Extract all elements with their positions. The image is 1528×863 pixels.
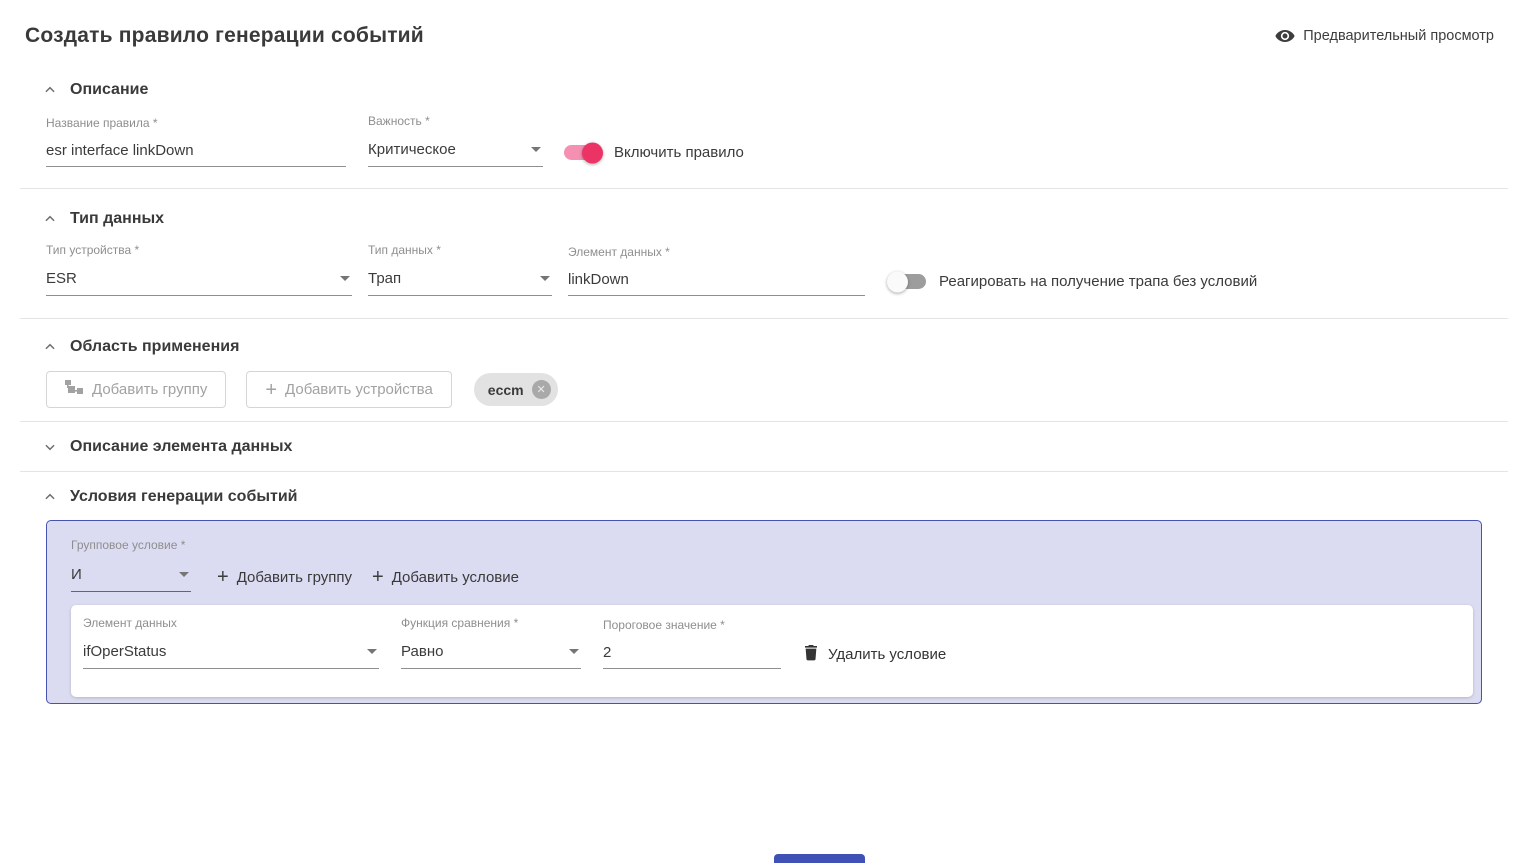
toggle-thumb [887,271,908,292]
section-description-header[interactable]: Описание [0,81,1528,99]
section-description-body: Название правила * Важность * Критическо… [0,114,1528,188]
plus-icon: + [372,567,384,587]
data-element-input[interactable] [568,268,865,296]
add-condition-group-button[interactable]: + Добавить группу [217,567,352,587]
eye-icon [1274,25,1296,47]
rule-name-field: Название правила * [46,116,346,167]
section-divider [20,421,1508,422]
chevron-up-icon [42,82,58,98]
condition-function-value: Равно [401,643,443,660]
condition-threshold-label: Пороговое значение * [603,618,781,632]
add-condition-group-button-label: Добавить группу [237,569,352,586]
condition-threshold-field: Пороговое значение * [603,618,781,669]
data-element-label: Элемент данных * [568,245,865,259]
condition-function-label: Функция сравнения * [401,616,581,630]
section-description-title: Описание [70,81,148,99]
trash-icon [803,643,819,665]
trap-toggle-wrap: Реагировать на получение трапа без услов… [889,273,1257,296]
trap-no-conditions-toggle[interactable] [889,274,926,289]
plus-icon: + [265,380,277,400]
section-divider [20,318,1508,319]
device-type-select[interactable]: ESR [46,266,352,296]
group-chip: eccm ✕ [474,373,558,406]
enable-rule-toggle-wrap: Включить правило [564,144,744,167]
section-element-description-header[interactable]: Описание элемента данных [0,438,1528,471]
footer-actions: Отменить Создать [0,854,1528,863]
rule-name-label: Название правила * [46,116,346,130]
chevron-down-icon [569,649,579,654]
trap-toggle-label: Реагировать на получение трапа без услов… [939,273,1257,290]
enable-rule-toggle-label: Включить правило [614,144,744,161]
add-devices-button-label: Добавить устройства [285,381,433,398]
condition-element-select[interactable]: ifOperStatus [83,639,379,669]
condition-function-select[interactable]: Равно [401,639,581,669]
data-element-field: Элемент данных * [568,245,865,296]
section-scope-title: Область применения [70,338,239,356]
condition-card: Элемент данных ifOperStatus Функция срав… [71,605,1473,697]
group-condition-select[interactable]: И [71,562,191,592]
section-scope-header[interactable]: Область применения [0,338,1528,356]
group-condition-field[interactable]: И [71,562,191,592]
add-group-button-label: Добавить группу [92,381,207,398]
data-type-select[interactable]: Трап [368,266,552,296]
page-header: Создать правило генерации событий Предва… [0,0,1528,48]
enable-rule-toggle[interactable] [564,145,601,160]
section-data-type-title: Тип данных [70,210,164,228]
condition-element-field[interactable]: Элемент данных ifOperStatus [83,616,379,669]
preview-button[interactable]: Предварительный просмотр [1274,25,1494,47]
data-type-field[interactable]: Тип данных * Трап [368,243,552,296]
section-element-description-title: Описание элемента данных [70,438,292,456]
group-condition-label: Групповое условие * [71,538,185,552]
chevron-down-icon [531,147,541,152]
close-icon[interactable]: ✕ [532,380,551,399]
add-condition-button[interactable]: + Добавить условие [372,567,519,587]
severity-label: Важность * [368,114,543,128]
section-divider [20,188,1508,189]
section-data-type-header[interactable]: Тип данных [0,210,1528,228]
add-devices-button[interactable]: + Добавить устройства [246,371,451,408]
group-condition-value: И [71,566,82,583]
create-button[interactable]: Создать [774,854,865,863]
chevron-up-icon [42,339,58,355]
device-type-value: ESR [46,270,77,287]
group-chip-label: eccm [488,382,524,398]
severity-select[interactable]: Критическое [368,137,543,167]
preview-button-label: Предварительный просмотр [1303,28,1494,44]
chevron-up-icon [42,489,58,505]
condition-function-field[interactable]: Функция сравнения * Равно [401,616,581,669]
condition-threshold-input[interactable] [603,641,781,669]
plus-icon: + [217,567,229,587]
toggle-thumb [582,142,603,163]
group-icon [65,380,84,399]
chevron-down-icon [540,276,550,281]
device-type-field[interactable]: Тип устройства * ESR [46,243,352,296]
delete-condition-button[interactable]: Удалить условие [803,643,946,669]
data-type-label: Тип данных * [368,243,552,257]
data-type-value: Трап [368,270,401,287]
section-scope-body: Добавить группу + Добавить устройства ec… [0,371,1528,421]
chevron-down-icon [340,276,350,281]
condition-element-value: ifOperStatus [83,643,166,660]
chevron-down-icon [42,439,58,455]
chevron-down-icon [179,572,189,577]
page-title: Создать правило генерации событий [25,24,424,48]
condition-group-box: Групповое условие * И + Добавить группу … [46,520,1482,704]
section-conditions-title: Условия генерации событий [70,488,298,506]
delete-condition-button-label: Удалить условие [828,646,946,663]
cancel-button[interactable]: Отменить [663,855,760,863]
chevron-up-icon [42,211,58,227]
condition-element-label: Элемент данных [83,616,379,630]
add-condition-button-label: Добавить условие [392,569,519,586]
section-data-type-body: Тип устройства * ESR Тип данных * Трап Э… [0,243,1528,318]
severity-value: Критическое [368,141,456,158]
rule-name-input[interactable] [46,139,346,167]
add-group-button[interactable]: Добавить группу [46,371,226,408]
section-divider [20,471,1508,472]
device-type-label: Тип устройства * [46,243,352,257]
chevron-down-icon [367,649,377,654]
section-conditions-header[interactable]: Условия генерации событий [0,488,1528,506]
severity-field[interactable]: Важность * Критическое [368,114,543,167]
